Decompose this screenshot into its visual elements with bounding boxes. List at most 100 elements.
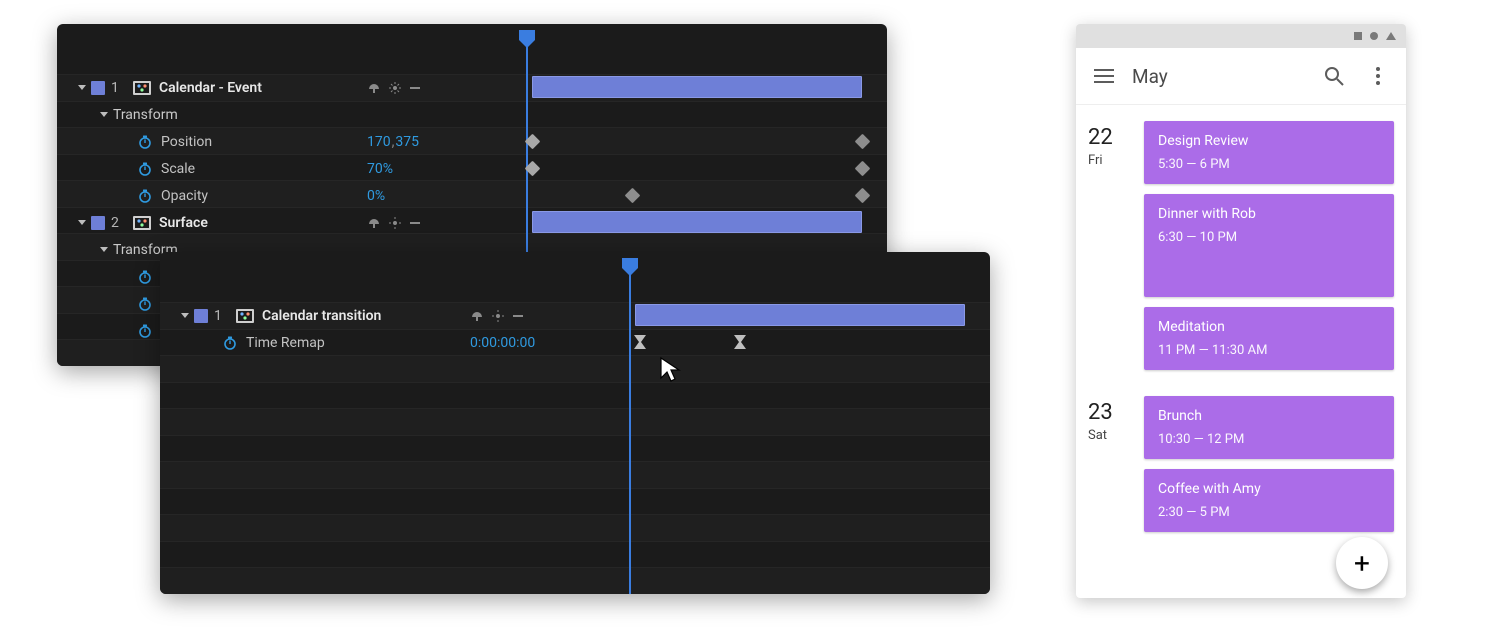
layer-color-swatch[interactable] [91, 216, 105, 230]
minus-icon[interactable] [409, 217, 421, 229]
layer-name: Calendar - Event [159, 80, 262, 96]
shy-mushroom-icon[interactable] [470, 309, 484, 323]
event-title: Dinner with Rob [1158, 206, 1380, 222]
event-time: 11 PM — 11:30 AM [1158, 343, 1380, 358]
hourglass-keyframe-icon[interactable] [733, 334, 747, 350]
layer-bar-1[interactable] [532, 76, 862, 98]
layer-index: 1 [214, 308, 228, 324]
day-block: 22 Fri Design Review 5:30 — 6 PM Dinner … [1076, 113, 1406, 370]
property-opacity[interactable]: Opacity [57, 182, 367, 209]
minus-icon[interactable] [512, 310, 524, 322]
keyframe-diamond-icon[interactable] [855, 188, 871, 204]
status-square-icon [1354, 32, 1362, 40]
mouse-cursor-icon [658, 356, 684, 384]
disclosure-down-icon[interactable] [99, 245, 109, 255]
sun-icon[interactable] [389, 82, 401, 94]
property-label: Position [161, 134, 212, 150]
layer-row-2[interactable]: 2 Surface [57, 209, 367, 236]
event-card[interactable]: Meditation 11 PM — 11:30 AM [1144, 307, 1394, 370]
layer-bar-2[interactable] [532, 211, 862, 233]
disclosure-down-icon[interactable] [180, 311, 190, 321]
layer-index: 2 [111, 215, 125, 231]
status-circle-icon [1370, 32, 1378, 40]
event-card[interactable]: Dinner with Rob 6:30 — 10 PM [1144, 194, 1394, 297]
disclosure-down-icon[interactable] [77, 218, 87, 228]
event-title: Design Review [1158, 133, 1380, 149]
day-of-week: Sat [1088, 428, 1144, 443]
calendar-body[interactable]: 22 Fri Design Review 5:30 — 6 PM Dinner … [1076, 105, 1406, 598]
stopwatch-icon[interactable] [137, 269, 153, 285]
menu-icon[interactable] [1088, 60, 1120, 92]
event-card[interactable]: Brunch 10:30 — 12 PM [1144, 396, 1394, 459]
stopwatch-icon[interactable] [137, 134, 153, 150]
status-bar [1076, 24, 1406, 48]
keyframe-diamond-icon[interactable] [855, 134, 871, 150]
layer-switches[interactable] [470, 309, 524, 323]
layer-row-1[interactable]: 1 Calendar transition [160, 302, 470, 329]
transform-group[interactable]: Transform [57, 101, 367, 128]
tracks-area-front[interactable] [630, 302, 990, 594]
timeline-panel-front[interactable]: 1 Calendar transition Time Remap 0:00:00… [160, 252, 990, 594]
property-scale[interactable]: Scale [57, 155, 367, 182]
keyframe-diamond-icon[interactable] [525, 161, 541, 177]
day-heading: 22 Fri [1088, 121, 1144, 370]
event-title: Brunch [1158, 408, 1380, 424]
sun-icon[interactable] [492, 310, 504, 322]
layer-row-1[interactable]: 1 Calendar - Event [57, 74, 367, 101]
layer-color-swatch[interactable] [91, 81, 105, 95]
property-time-remap[interactable]: Time Remap [160, 329, 470, 356]
day-number: 23 [1088, 402, 1144, 424]
layer-index: 1 [111, 80, 125, 96]
stopwatch-icon[interactable] [137, 188, 153, 204]
keyframe-diamond-icon[interactable] [855, 161, 871, 177]
app-bar: May [1076, 48, 1406, 105]
layer-switches[interactable] [367, 216, 421, 230]
day-heading: 23 Sat [1088, 396, 1144, 532]
stopwatch-icon[interactable] [222, 335, 238, 351]
opacity-value[interactable]: 0% [367, 188, 385, 204]
scale-value[interactable]: 70% [367, 161, 393, 177]
composition-icon [133, 216, 151, 230]
disclosure-down-icon[interactable] [77, 83, 87, 93]
event-time: 10:30 — 12 PM [1158, 432, 1380, 447]
time-remap-value[interactable]: 0:00:00:00 [470, 335, 535, 351]
property-label: Time Remap [246, 335, 325, 351]
event-title: Coffee with Amy [1158, 481, 1380, 497]
search-icon[interactable] [1318, 60, 1350, 92]
disclosure-down-icon[interactable] [99, 110, 109, 120]
position-value[interactable]: 170,375 [367, 134, 419, 150]
hourglass-keyframe-icon[interactable] [633, 334, 647, 350]
property-label: Opacity [161, 188, 208, 204]
property-position[interactable]: Position [57, 128, 367, 155]
event-card[interactable]: Coffee with Amy 2:30 — 5 PM [1144, 469, 1394, 532]
sun-icon[interactable] [389, 217, 401, 229]
shy-mushroom-icon[interactable] [367, 81, 381, 95]
event-time: 2:30 — 5 PM [1158, 505, 1380, 520]
property-label: Scale [161, 161, 195, 177]
layer-switches[interactable] [367, 81, 421, 95]
minus-icon[interactable] [409, 82, 421, 94]
event-time: 5:30 — 6 PM [1158, 157, 1380, 172]
day-block: 23 Sat Brunch 10:30 — 12 PM Coffee with … [1076, 388, 1406, 532]
composition-icon [133, 81, 151, 95]
stopwatch-icon[interactable] [137, 296, 153, 312]
more-vert-icon[interactable] [1362, 60, 1394, 92]
layer-name: Surface [159, 215, 208, 231]
group-label: Transform [113, 107, 178, 123]
status-triangle-icon [1386, 32, 1396, 40]
keyframe-diamond-icon[interactable] [525, 134, 541, 150]
plus-icon: + [1354, 547, 1370, 580]
stopwatch-icon[interactable] [137, 161, 153, 177]
keyframe-diamond-icon[interactable] [625, 188, 641, 204]
layer-bar-1[interactable] [635, 304, 965, 326]
stopwatch-icon[interactable] [137, 323, 153, 339]
day-number: 22 [1088, 127, 1144, 149]
layer-color-swatch[interactable] [194, 309, 208, 323]
fab-add-button[interactable]: + [1336, 537, 1388, 589]
event-card[interactable]: Design Review 5:30 — 6 PM [1144, 121, 1394, 184]
day-of-week: Fri [1088, 153, 1144, 168]
shy-mushroom-icon[interactable] [367, 216, 381, 230]
layer-name: Calendar transition [262, 308, 381, 324]
event-time: 6:30 — 10 PM [1158, 230, 1380, 245]
event-title: Meditation [1158, 319, 1380, 335]
